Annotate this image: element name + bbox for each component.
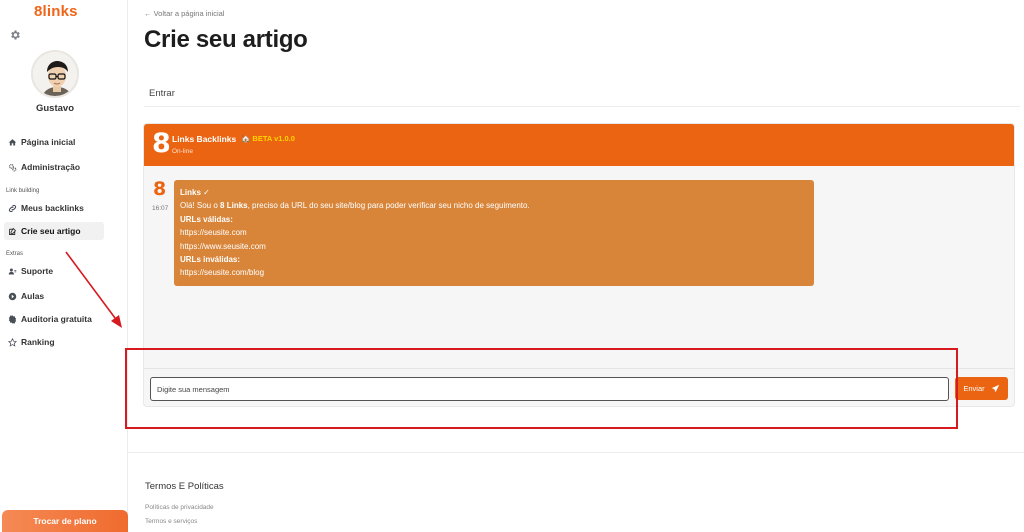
user-support-icon xyxy=(8,268,17,274)
sidebar-item-ranking[interactable]: Ranking xyxy=(4,333,104,351)
valid-url: https://www.seusite.com xyxy=(180,241,266,251)
section-label-link-building: Link building xyxy=(6,188,40,194)
edit-icon xyxy=(9,227,17,235)
gears-icon xyxy=(8,163,17,171)
section-label-extras: Extras xyxy=(6,251,24,257)
page-title: Crie seu artigo xyxy=(144,26,308,53)
sidebar-item-label: Auditoria gratuita xyxy=(21,314,92,324)
valid-urls-heading: URLs válidas: xyxy=(180,214,233,224)
beta-badge: 🏠 BETA v1.0.0 xyxy=(241,134,295,143)
valid-url: https://seusite.com xyxy=(180,228,247,238)
message-bubble: Links ✓ Olá! Sou o 8 Links, preciso da U… xyxy=(174,180,814,286)
sidebar-item-administracao[interactable]: Administração xyxy=(4,158,104,176)
send-icon xyxy=(991,384,999,393)
back-to-home-link[interactable]: ← Voltar a página inicial xyxy=(144,9,224,18)
message-time: 16:07 xyxy=(152,205,169,212)
avatar-illustration xyxy=(33,52,77,96)
home-icon xyxy=(8,138,17,145)
app-logo[interactable]: 8links xyxy=(34,3,78,20)
sidebar-item-label: Administração xyxy=(21,162,81,172)
link-icon xyxy=(8,204,17,212)
sidebar-item-label: Ranking xyxy=(21,337,55,347)
main-content: ← Voltar a página inicial Crie seu artig… xyxy=(128,0,1024,528)
intro-text: Olá! Sou o xyxy=(180,201,221,211)
intro-text: , preciso da URL do seu site/blog para p… xyxy=(247,201,530,211)
tab-entrar[interactable]: Entrar xyxy=(149,88,175,99)
sidebar-item-crie-seu-artigo[interactable]: Crie seu artigo xyxy=(4,222,104,240)
chat-header: 8 Links Backlinks 🏠 BETA v1.0.0 On-line xyxy=(144,124,1014,166)
change-plan-button[interactable]: Trocar de plano xyxy=(2,510,128,532)
sidebar-item-label: Aulas xyxy=(21,291,45,301)
sidebar-item-label: Meus backlinks xyxy=(21,203,84,213)
sidebar-item-auditoria-gratuita[interactable]: Auditoria gratuita xyxy=(4,310,104,328)
sidebar-item-label: Página inicial xyxy=(21,137,76,147)
sidebar-item-label: Suporte xyxy=(21,266,54,276)
tab-divider xyxy=(144,106,1020,107)
message-avatar: 8 xyxy=(153,178,167,200)
footer-title: Termos E Políticas xyxy=(145,481,224,492)
invalid-url: https://seusite.com/blog xyxy=(180,268,265,278)
invalid-urls-heading: URLs inválidas: xyxy=(180,255,241,265)
sidebar-item-suporte[interactable]: Suporte xyxy=(4,262,104,280)
bot-name: Links Backlinks xyxy=(172,134,237,144)
message-sender: Links ✓ xyxy=(180,188,210,197)
star-icon xyxy=(8,337,17,347)
terms-of-service-link[interactable]: Termos e serviços xyxy=(145,518,197,525)
sidebar-item-aulas[interactable]: Aulas xyxy=(4,287,104,305)
intro-brand: 8 Links xyxy=(220,201,248,211)
sidebar-item-meus-backlinks[interactable]: Meus backlinks xyxy=(4,199,104,217)
avatar[interactable] xyxy=(31,50,79,98)
online-status: On-line xyxy=(172,148,193,155)
send-button-label: Enviar xyxy=(963,384,985,393)
badge-icon xyxy=(8,314,17,324)
gear-icon[interactable] xyxy=(9,29,21,41)
sidebar-item-pagina-inicial[interactable]: Página inicial xyxy=(4,133,104,151)
sidebar: 8links Gustavo Página inicial Administra… xyxy=(0,0,128,532)
sidebar-item-label: Crie seu artigo xyxy=(21,226,81,236)
privacy-policy-link[interactable]: Políticas de privacidade xyxy=(145,504,214,511)
chat-logo: 8 xyxy=(152,128,171,159)
footer-divider xyxy=(128,452,1024,453)
play-circle-icon xyxy=(8,292,17,300)
send-button[interactable]: Enviar xyxy=(955,377,1008,400)
username: Gustavo xyxy=(35,103,74,114)
message-intro: Olá! Sou o 8 Links, preciso da URL do se… xyxy=(180,199,808,212)
annotation-highlight-box xyxy=(125,348,958,429)
